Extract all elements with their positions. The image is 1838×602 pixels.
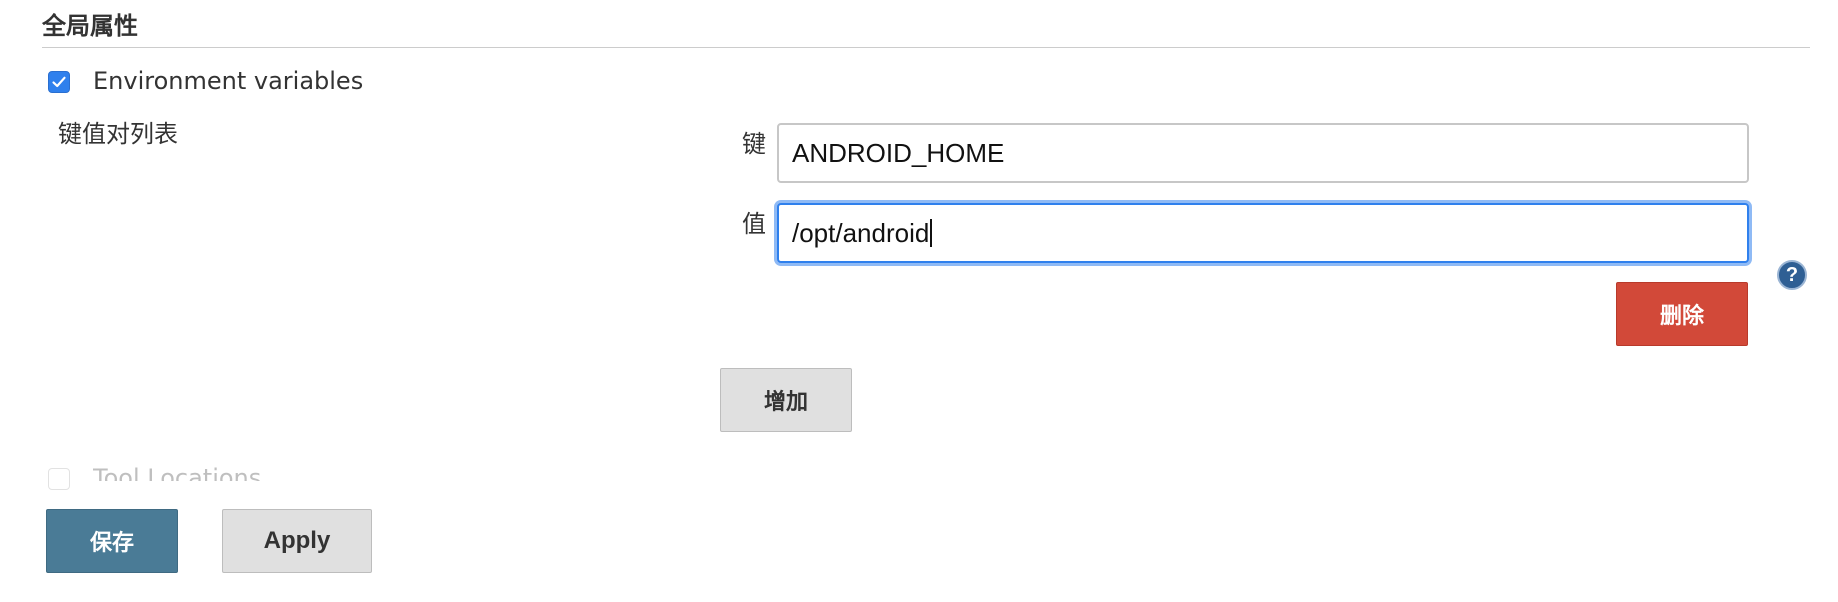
environment-variables-checkbox[interactable]: [48, 71, 70, 93]
tool-locations-label[interactable]: Tool Locations: [93, 463, 261, 481]
environment-variables-label[interactable]: Environment variables: [93, 67, 363, 95]
key-field-label: 键: [742, 130, 766, 158]
key-value-list-label: 键值对列表: [58, 120, 178, 148]
value-input[interactable]: /opt/android: [777, 203, 1749, 263]
add-button[interactable]: 增加: [720, 368, 852, 432]
value-field-label: 值: [742, 210, 766, 238]
key-input[interactable]: ANDROID_HOME: [777, 123, 1749, 183]
help-icon[interactable]: ?: [1777, 260, 1807, 290]
checkmark-icon: [52, 76, 66, 88]
key-input-value: ANDROID_HOME: [792, 137, 1005, 168]
global-properties-page: 全局属性 Environment variables 键值对列表 键 ANDRO…: [0, 0, 1838, 602]
save-button[interactable]: 保存: [46, 509, 178, 573]
delete-button[interactable]: 删除: [1616, 282, 1748, 346]
section-divider: [42, 47, 1810, 48]
tool-locations-checkbox[interactable]: [48, 468, 70, 490]
value-input-value: /opt/android: [792, 217, 930, 248]
apply-button[interactable]: Apply: [222, 509, 372, 573]
text-caret: [930, 219, 933, 247]
section-title: 全局属性: [42, 12, 138, 40]
